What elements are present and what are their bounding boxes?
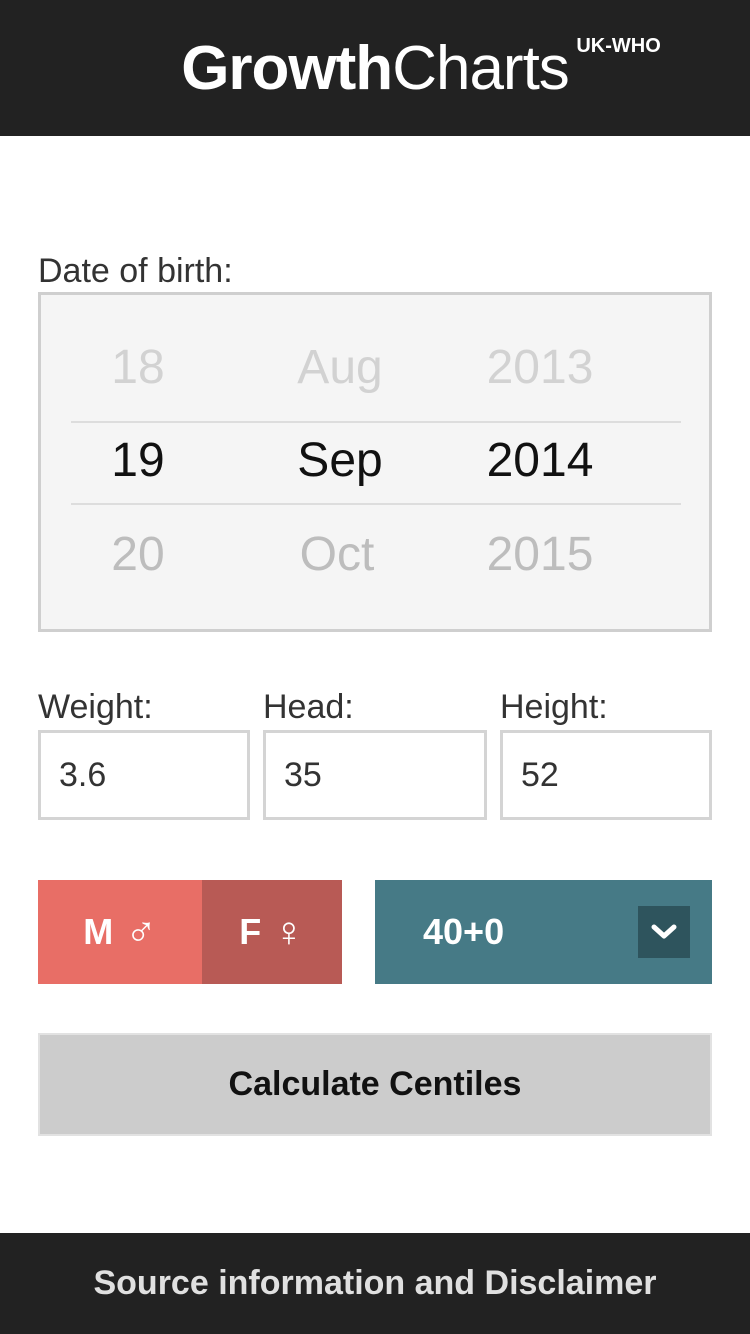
picker-month-previous[interactable]: Aug bbox=[240, 340, 440, 396]
picker-month-next[interactable]: Oct bbox=[237, 527, 437, 583]
head-label: Head: bbox=[263, 688, 354, 726]
picker-selection-bottom-line bbox=[71, 503, 681, 505]
chevron-down-icon[interactable] bbox=[638, 906, 690, 958]
weight-input[interactable] bbox=[38, 730, 250, 820]
app-header: GrowthCharts UK-WHO bbox=[0, 0, 750, 136]
logo-superscript: UK-WHO bbox=[576, 34, 661, 57]
female-symbol-icon: ♀ bbox=[273, 908, 305, 955]
gestation-select[interactable]: 40+0 bbox=[375, 880, 712, 984]
logo-charts-text: Charts bbox=[392, 33, 570, 103]
picker-day-next[interactable]: 20 bbox=[38, 527, 238, 583]
picker-year-next[interactable]: 2015 bbox=[440, 527, 640, 583]
head-input[interactable] bbox=[263, 730, 487, 820]
gender-female-button[interactable]: F ♀ bbox=[202, 880, 342, 984]
gender-female-label: F bbox=[239, 911, 262, 952]
calculate-centiles-button[interactable]: Calculate Centiles bbox=[38, 1033, 712, 1136]
picker-year-selected[interactable]: 2014 bbox=[440, 433, 640, 489]
weight-label: Weight: bbox=[38, 688, 153, 726]
gender-male-button[interactable]: M ♂ bbox=[38, 880, 202, 984]
app-logo: GrowthCharts UK-WHO bbox=[0, 0, 750, 136]
picker-selection-top-line bbox=[71, 421, 681, 423]
logo-growth-text: Growth bbox=[181, 33, 393, 103]
date-of-birth-label: Date of birth: bbox=[38, 252, 233, 290]
picker-month-selected[interactable]: Sep bbox=[240, 433, 440, 489]
picker-day-selected[interactable]: 19 bbox=[38, 433, 238, 489]
gestation-selected-value: 40+0 bbox=[423, 911, 505, 952]
source-disclaimer-link[interactable]: Source information and Disclaimer bbox=[0, 1233, 750, 1334]
gender-male-label: M bbox=[83, 911, 114, 952]
picker-day-previous[interactable]: 18 bbox=[38, 340, 238, 396]
date-of-birth-picker[interactable]: 18 19 20 Aug Sep Oct 2013 2014 2015 bbox=[38, 292, 712, 632]
male-symbol-icon: ♂ bbox=[125, 908, 157, 955]
height-label: Height: bbox=[500, 688, 608, 726]
picker-year-previous[interactable]: 2013 bbox=[440, 340, 640, 396]
height-input[interactable] bbox=[500, 730, 712, 820]
